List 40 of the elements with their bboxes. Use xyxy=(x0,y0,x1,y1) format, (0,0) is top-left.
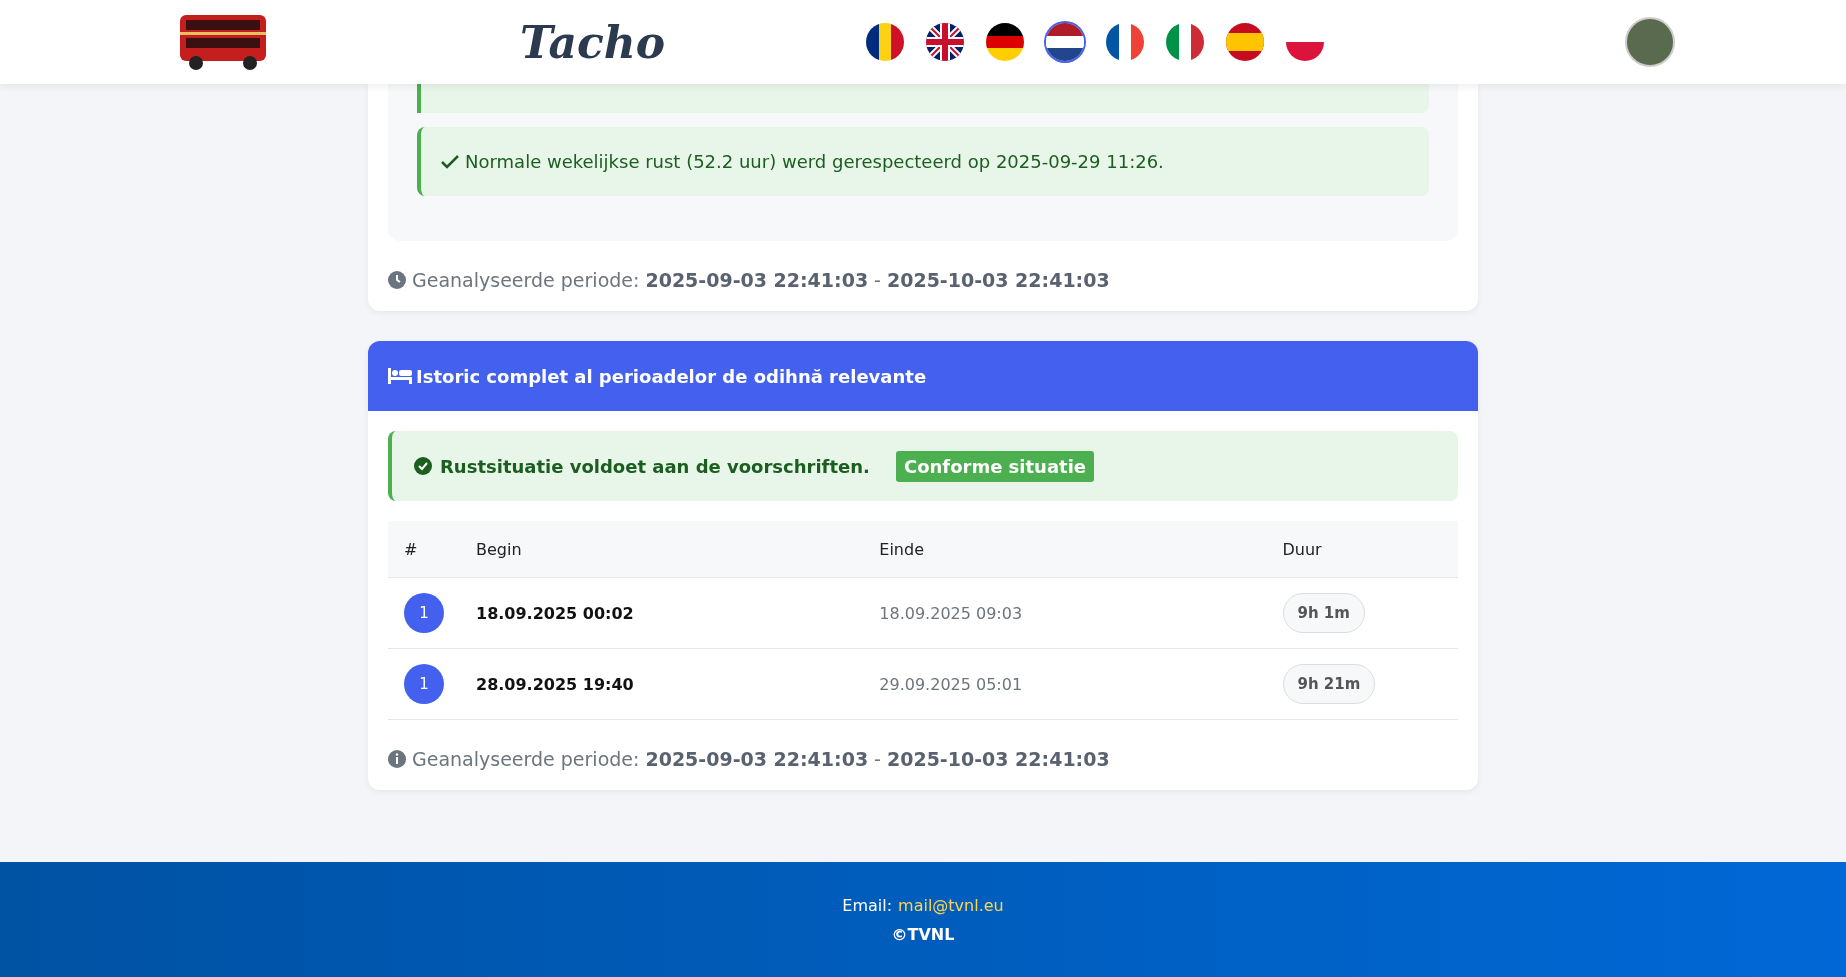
duration-pill: 9h 21m xyxy=(1282,664,1376,704)
column-header: # xyxy=(388,521,460,578)
check-icon xyxy=(441,154,459,169)
language-flag-icon[interactable] xyxy=(986,23,1024,61)
period-label: Geanalyseerde periode: xyxy=(412,748,640,770)
period-end: 2025-10-03 22:41:03 xyxy=(886,748,1110,770)
status-badge: Conforme situatie xyxy=(895,450,1095,482)
period-label: Geanalyseerde periode: xyxy=(412,269,640,291)
column-header: Einde xyxy=(863,521,1267,578)
copyright-text: ©TVNL xyxy=(891,924,955,944)
language-flag-icon[interactable] xyxy=(1046,23,1084,61)
language-flag-icon[interactable] xyxy=(866,23,904,61)
status-text: Rustsituatie voldoet aan de voorschriften. xyxy=(440,455,870,477)
end-cell: 29.09.2025 05:01 xyxy=(879,674,1023,694)
alert-text: Normale wekelijkse rust (52.2 uur) werd gerespecteerd op 2025-09-29 11:26. xyxy=(465,151,1164,172)
period-start: 2025-09-03 22:41:03 xyxy=(645,269,869,291)
duration-pill: 9h 1m xyxy=(1282,593,1365,633)
card-title: Istoric complet al perioadelor de odihnă relevante xyxy=(416,365,927,387)
language-flag-icon[interactable] xyxy=(1226,23,1264,61)
period-start: 2025-09-03 22:41:03 xyxy=(645,748,869,770)
info-icon xyxy=(388,750,406,768)
language-flag-icon[interactable] xyxy=(1106,23,1144,61)
begin-cell: 18.09.2025 00:02 xyxy=(476,603,634,623)
email-label: Email: xyxy=(842,895,893,915)
bed-icon xyxy=(388,368,412,384)
column-header: Duur xyxy=(1266,521,1458,578)
check-circle-icon xyxy=(414,457,432,475)
period-separator: - xyxy=(874,269,881,291)
language-flag-icon[interactable] xyxy=(926,23,964,61)
user-avatar[interactable] xyxy=(1625,17,1675,67)
begin-cell: 28.09.2025 19:40 xyxy=(476,674,634,694)
email-link[interactable]: mail@tvnl.eu xyxy=(898,895,1004,915)
row-number: 1 xyxy=(404,593,444,633)
end-cell: 18.09.2025 09:03 xyxy=(879,603,1023,623)
column-header: Begin xyxy=(460,521,864,578)
period-separator: - xyxy=(874,748,881,770)
row-number: 1 xyxy=(404,664,444,704)
clock-icon xyxy=(388,271,406,289)
app-title: Tacho xyxy=(520,16,667,68)
period-end: 2025-10-03 22:41:03 xyxy=(886,269,1110,291)
